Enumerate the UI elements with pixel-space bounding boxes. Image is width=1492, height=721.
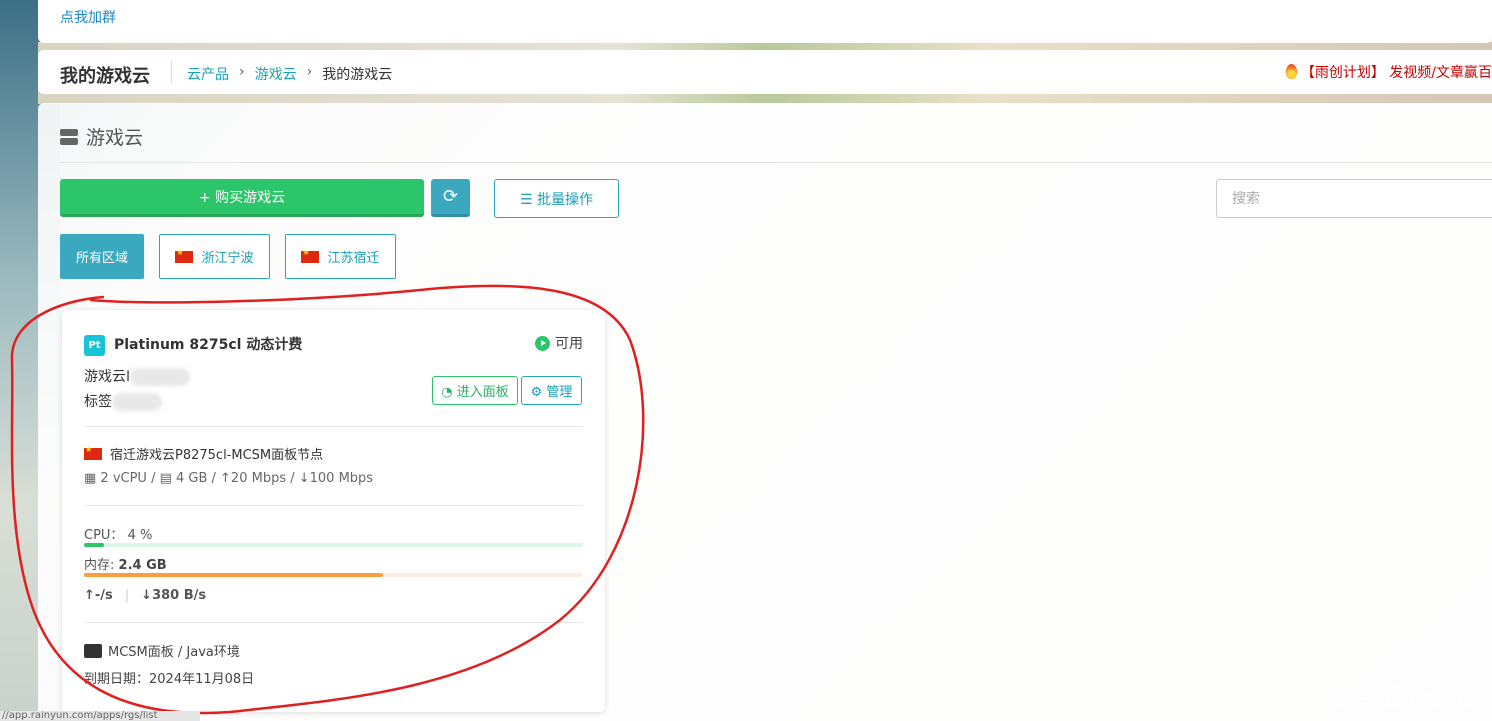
chevron-right-icon: › (306, 64, 313, 80)
app-text: MCSM面板 / Java环境 (108, 645, 240, 660)
memory-value: 2.4 GB (118, 558, 167, 573)
status-text: 可用 (555, 336, 583, 352)
server-name: 游戏云I (84, 366, 191, 386)
redacted-name (130, 368, 191, 386)
plan-name: Platinum 8275cl 动态计费 (114, 337, 303, 353)
enter-panel-button[interactable]: ◔ 进入面板 (432, 376, 518, 405)
node-name: 宿迁游戏云P8275cl-MCSM面板节点 (110, 448, 324, 463)
manage-button[interactable]: ⚙ 管理 (521, 376, 582, 405)
separator: | (124, 588, 130, 603)
net-up: ↑-/s (84, 588, 113, 603)
cpu-usage-fill (84, 543, 104, 547)
refresh-button[interactable]: ⟳ (431, 179, 470, 217)
join-group-link[interactable]: 点我加群 (60, 7, 116, 27)
region-ningbo-label: 浙江宁波 (201, 251, 254, 266)
server-icon (60, 128, 78, 145)
buy-game-cloud-button[interactable]: + 购买游戏云 (60, 179, 424, 217)
server-card: Pt Platinum 8275cl 动态计费 可用 游戏云I 标签 ◔ 进入面… (62, 310, 605, 712)
region-filter-suqian[interactable]: 江苏宿迁 (285, 234, 396, 279)
redacted-tag (112, 393, 162, 411)
watermark: CSDN @蜗牛设计编程 (1233, 684, 1478, 712)
status-badge: 可用 (535, 333, 583, 353)
breadcrumb-game-cloud[interactable]: 游戏云 (255, 64, 297, 84)
page-title: 我的游戏云 (60, 66, 150, 87)
search-input[interactable] (1216, 179, 1492, 218)
net-down: ↓380 B/s (141, 588, 207, 603)
section-title: 游戏云 (60, 123, 143, 150)
breadcrumb-bar: 我的游戏云 云产品 › 游戏云 › 我的游戏云 【雨创计划】 发视频/文章赢百 (38, 50, 1492, 94)
section-title-text: 游戏云 (86, 127, 144, 149)
promo-text: 【雨创计划】 发视频/文章赢百 (1300, 65, 1492, 81)
breadcrumb-cloud-products[interactable]: 云产品 (187, 64, 229, 84)
region-all-label: 所有区域 (75, 251, 128, 266)
memory-usage-label: 内存: 2.4 GB (84, 554, 167, 573)
china-flag-icon (84, 445, 102, 460)
platinum-logo-icon: Pt (84, 335, 105, 356)
server-name-label: 游戏云I (84, 369, 131, 385)
flame-icon (1285, 64, 1297, 79)
region-filter-ningbo[interactable]: 浙江宁波 (159, 234, 270, 279)
promo-link[interactable]: 【雨创计划】 发视频/文章赢百 (1285, 62, 1492, 82)
breadcrumb-divider (171, 60, 172, 84)
cpu-usage-bar (84, 543, 583, 547)
china-flag-icon (175, 248, 194, 263)
browser-status-bar: //app.rainyun.com/apps/rgs/list (0, 711, 200, 721)
card-divider (84, 505, 583, 506)
top-card: 点我加群 (38, 0, 1492, 43)
region-suqian-label: 江苏宿迁 (327, 251, 380, 266)
play-circle-icon (535, 335, 550, 351)
breadcrumb: 云产品 › 游戏云 › 我的游戏云 (187, 64, 392, 84)
app-info: MCSM面板 / Java环境 (84, 641, 240, 660)
breadcrumb-current: 我的游戏云 (322, 67, 393, 83)
china-flag-icon (301, 248, 320, 263)
node-info: 宿迁游戏云P8275cl-MCSM面板节点 (84, 444, 323, 463)
network-traffic: ↑-/s | ↓380 B/s (84, 588, 206, 603)
card-divider (84, 622, 583, 623)
chevron-right-icon: › (239, 64, 245, 80)
spec-info: ▦ 2 vCPU / ▤ 4 GB / ↑20 Mbps / ↓100 Mbps (84, 471, 374, 486)
batch-operation-button[interactable]: ☰ 批量操作 (494, 179, 619, 218)
memory-prefix: 内存: (84, 558, 115, 573)
region-filter-all[interactable]: 所有区域 (60, 234, 144, 279)
main-panel: 游戏云 + 购买游戏云 ⟳ ☰ 批量操作 所有区域 浙江宁波 江苏宿迁 Pt P… (38, 103, 1492, 721)
server-tag-label: 标签 (84, 394, 112, 410)
mcsm-icon (84, 643, 102, 658)
expire-date: 到期日期：2024年11月08日 (84, 672, 255, 687)
server-tag: 标签 (84, 391, 162, 411)
memory-usage-fill (84, 573, 384, 577)
section-divider (60, 162, 1492, 163)
memory-usage-bar (84, 573, 583, 577)
card-divider (84, 426, 583, 427)
cpu-usage-label: CPU： 4 % (84, 528, 153, 543)
